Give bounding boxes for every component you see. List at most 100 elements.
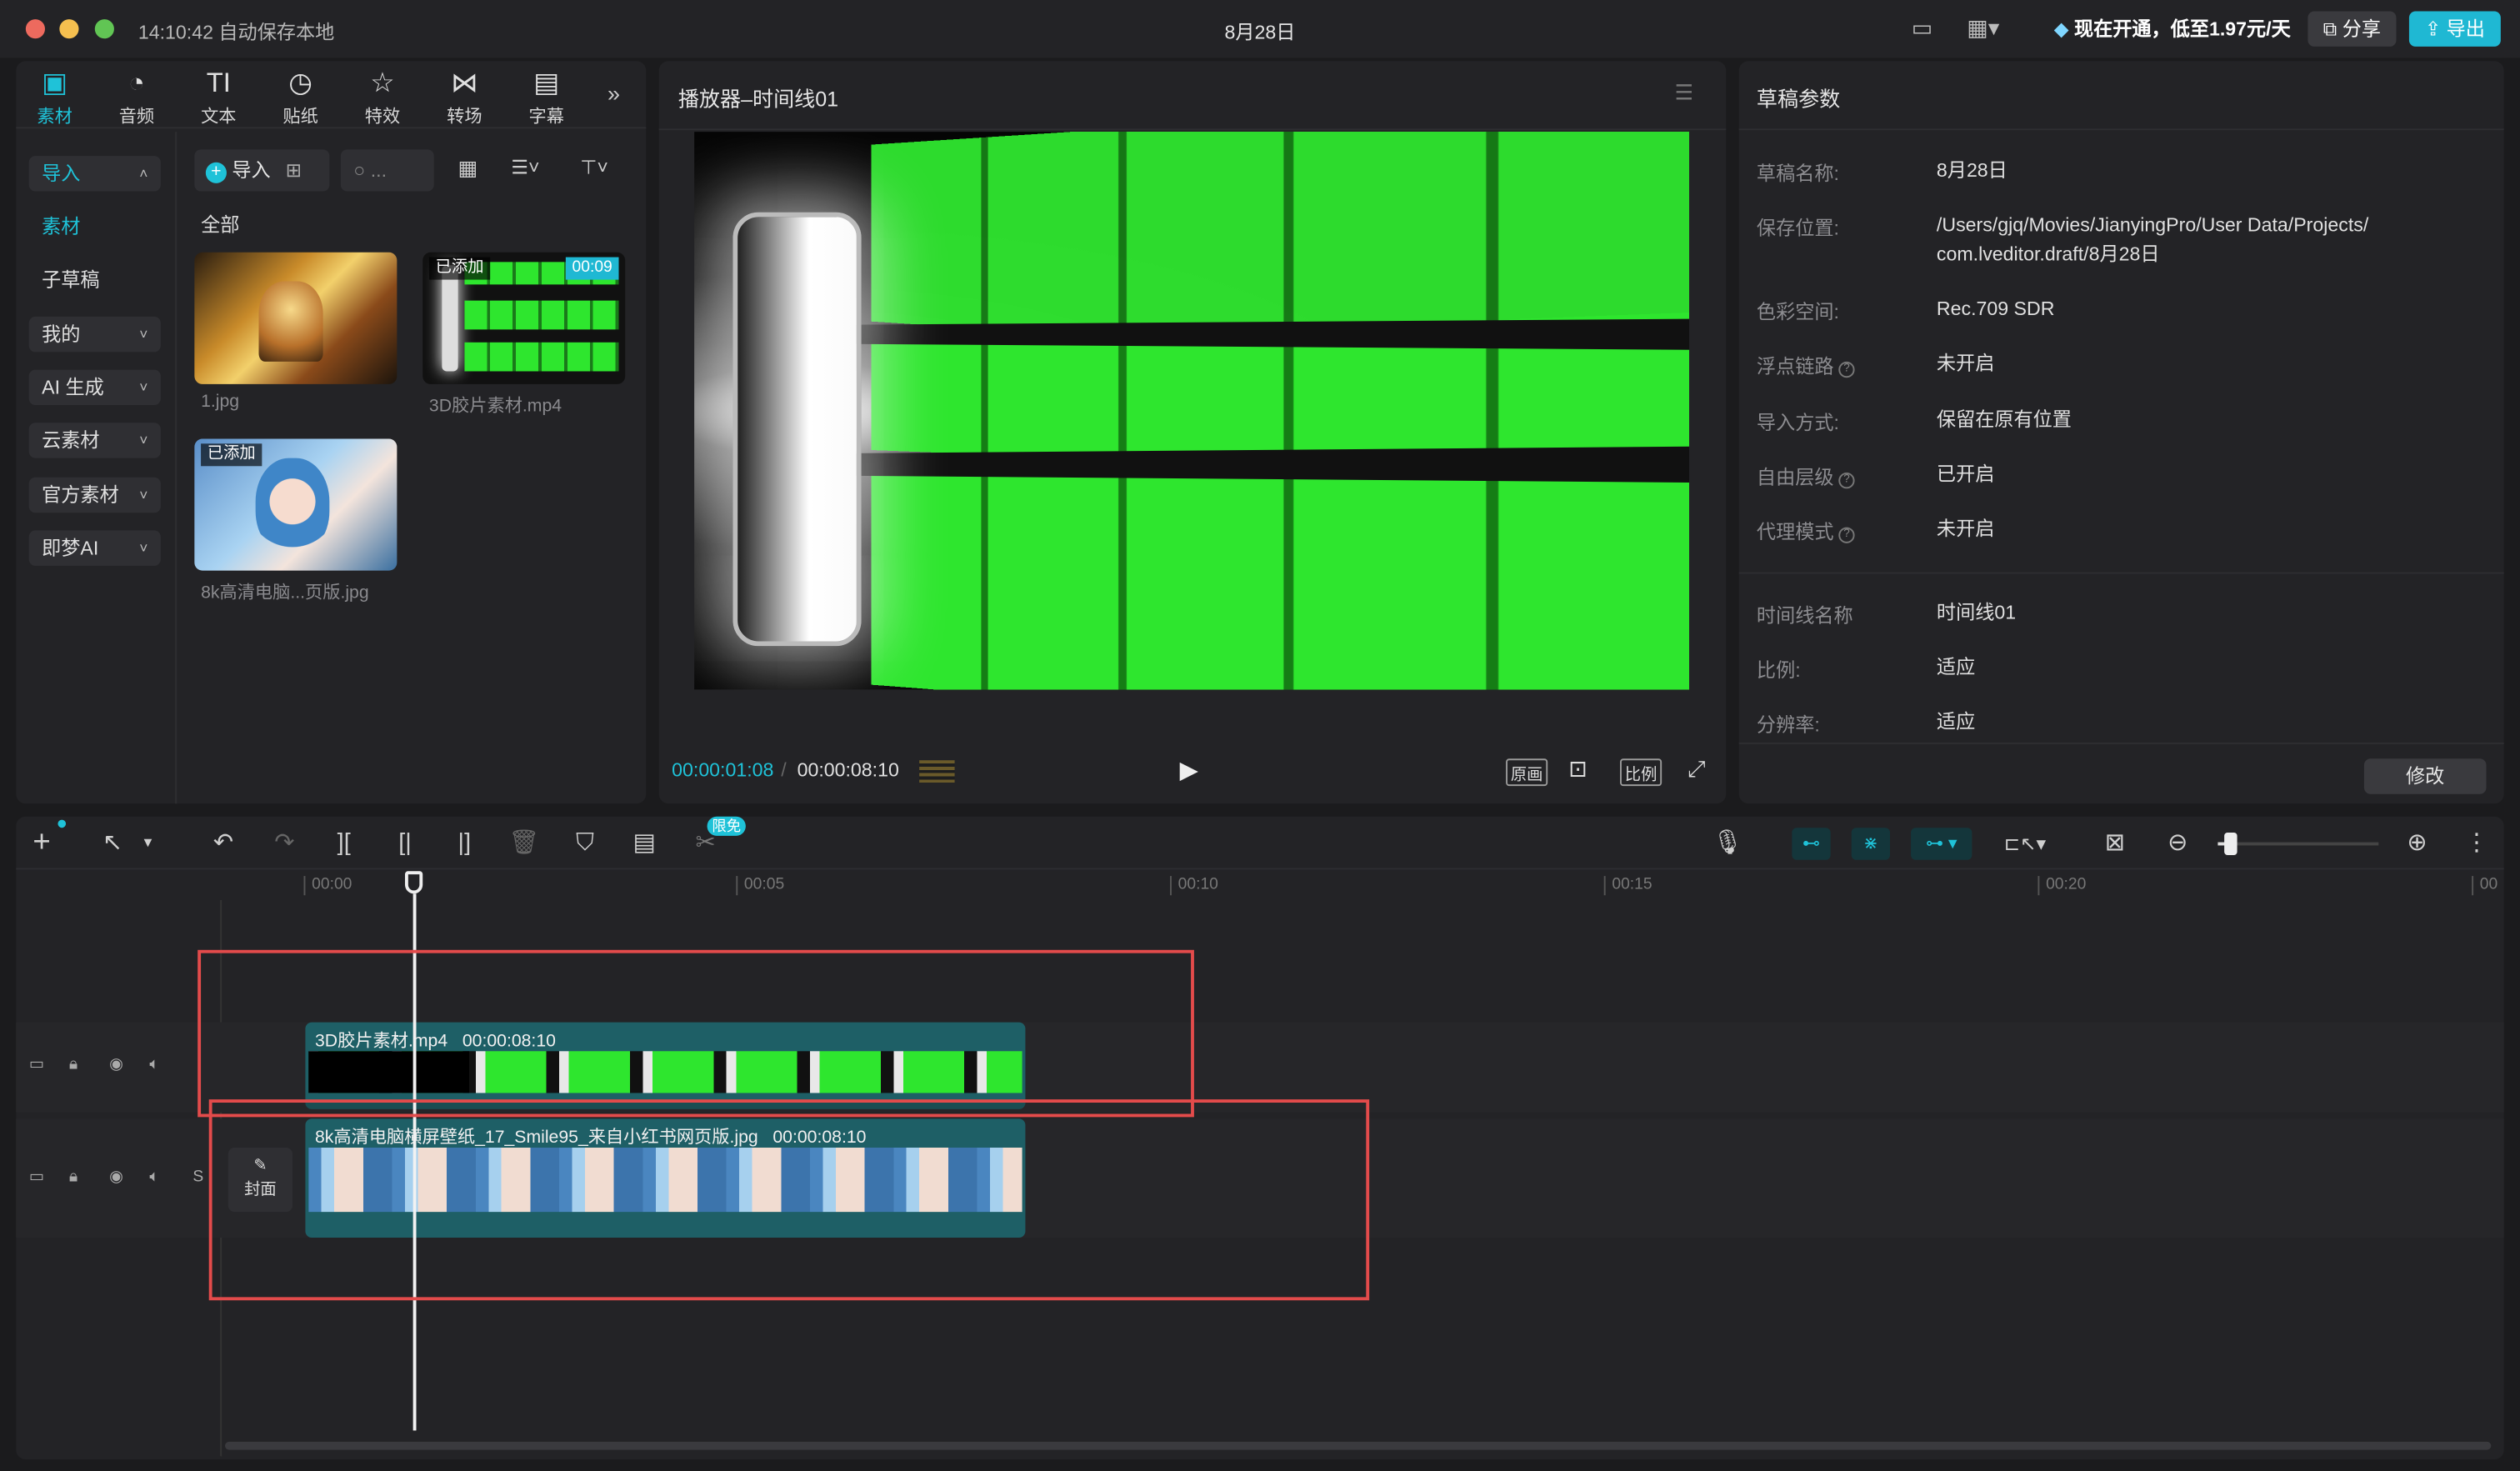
prop-label: 时间线名称 [1756,604,1853,628]
more-tabs-icon[interactable]: » [608,80,620,106]
microphone-icon[interactable]: 🎙 [1712,828,1744,860]
added-badge: 已添加 [201,443,262,467]
export-button[interactable]: ⇪ 导出 [2408,11,2501,47]
plus-icon: + [205,162,227,183]
zoom-out-icon[interactable]: ⊖ [2162,828,2194,860]
volume-icon[interactable]: 🔈︎ [149,1056,159,1073]
prop-value: 保留在原有位置 [1936,408,2072,431]
media-search-input[interactable]: ○ ... [340,149,434,192]
free-badge: 限免 [707,816,746,836]
annotation-box [198,949,1194,1118]
menu-icon[interactable]: ☰ [1675,80,1693,106]
character-image [258,281,323,362]
layout-icon[interactable]: ▭ [1904,14,1939,43]
prop-value: 未开启 [1936,352,1995,375]
original-quality-button[interactable]: 原画 [1506,758,1548,787]
preview-canvas[interactable] [694,132,1689,690]
sidebar-item-cloud[interactable]: 云素材 ˅ [28,423,161,458]
filter-icon[interactable]: ⊤˅ [580,156,608,178]
media-thumbnail[interactable] [194,252,398,384]
sidebar-item-subdraft[interactable]: 子草稿 [29,262,161,297]
layout-switch-icon[interactable]: ▦▾ [1958,14,2009,43]
eye-icon[interactable]: ◉ [109,1056,123,1073]
import-button[interactable]: + 导入 ⊞ [194,149,330,192]
ruler-tick: 00:10 [1169,876,1218,896]
media-thumbnail[interactable]: 已添加 00:09 [422,252,626,384]
add-track-icon[interactable]: + [26,827,58,860]
fullscreen-icon[interactable]: ⤢ [1688,755,1706,783]
preview-axis-icon[interactable]: ⊏↖▾ [1996,828,2053,860]
sidebar-item-jimeng[interactable]: 即梦AI ˅ [28,530,161,566]
sidebar-item-ai-generate[interactable]: AI 生成 ˅ [28,369,161,405]
chevron-down-icon[interactable]: ▾ [132,828,164,860]
tab-effects[interactable]: ☆ 特效 [344,68,422,128]
linkage-icon[interactable]: ⊶ ▾ [1911,828,1972,860]
zoom-slider-handle[interactable] [2224,832,2238,855]
sidebar-item-mine[interactable]: 我的 ˅ [28,316,161,353]
help-icon[interactable]: ? [1838,361,1855,378]
timeline-scrollbar[interactable] [224,1441,2492,1450]
help-icon[interactable]: ? [1838,527,1855,543]
tab-audio[interactable]: ◔ 音频 [98,68,176,128]
chevron-down-icon: ˅ [139,326,148,343]
track-options-icon[interactable]: S [192,1168,203,1186]
tab-sticker[interactable]: ◷ 贴纸 [262,68,339,128]
playhead-handle[interactable] [404,871,423,894]
zoom-slider[interactable] [2218,842,2379,846]
transition-icon: ⋈ [450,67,478,98]
undo-icon[interactable]: ↶ [208,828,240,860]
phone-glow [442,265,458,372]
lock-icon[interactable]: 🔒︎ [69,1168,78,1186]
media-thumbnail[interactable]: 已添加 [194,438,398,571]
redo-icon[interactable]: ↷ [268,828,301,860]
sidebar-item-official[interactable]: 官方素材 ˅ [28,477,161,513]
divider [1738,742,2504,744]
caption-edit-icon[interactable]: ▤ [628,828,661,860]
help-icon[interactable]: ? [1838,472,1855,489]
ruler-tick: 00:20 [2038,876,2086,896]
divider [16,868,2504,870]
zoom-in-icon[interactable]: ⊕ [2401,828,2433,860]
chevron-down-icon: ˅ [139,379,148,396]
audio-meter-icon [919,760,955,783]
sidebar-item-media[interactable]: 素材 [29,209,161,244]
marker-icon[interactable]: ⛉ [569,828,602,860]
view-mode-icon[interactable]: ▦ [458,156,478,182]
eye-icon[interactable]: ◉ [109,1168,123,1186]
effects-icon: ☆ [370,67,395,98]
prop-value: 未开启 [1936,517,1995,540]
split-right-icon[interactable]: |] [448,828,481,860]
auto-snap-icon[interactable]: ⋇ [1851,828,1890,860]
tab-caption[interactable]: ▤ 字幕 [508,68,585,128]
media-item-name: 1.jpg [201,392,240,412]
main-track-magnet-icon[interactable]: ⊷ [1792,828,1831,860]
split-left-icon[interactable]: [| [389,828,422,860]
prop-value: Rec.709 SDR [1936,297,2055,320]
tab-media[interactable]: ▣ 素材 [16,68,93,128]
sticker-icon: ◷ [288,67,312,98]
prop-value: /Users/gjq/Movies/JianyingPro/User Data/… [1936,213,2369,237]
media-icon: ▣ [42,67,68,98]
ratio-button[interactable]: 比例 [1619,758,1662,787]
play-button[interactable]: ▶ [1180,755,1198,784]
split-icon[interactable]: ][ [328,828,360,860]
tab-text[interactable]: TI 文本 [180,68,258,128]
delete-icon[interactable]: 🗑 [508,828,540,860]
modify-button[interactable]: 修改 [2363,758,2487,794]
lock-icon[interactable]: 🔒︎ [69,1056,78,1073]
select-tool-icon[interactable]: ↖ [97,828,129,860]
zoom-to-fit-icon[interactable]: ⊠ [2099,828,2132,860]
vip-promo[interactable]: ◆ 现在开通，低至1.97元/天 [2041,11,2303,46]
tab-transition[interactable]: ⋈ 转场 [426,68,503,128]
current-timecode: 00:00:01:08 [672,758,774,782]
share-button[interactable]: ⧉ 分享 [2308,11,2397,47]
prop-label: 自由层级? [1757,463,1855,490]
prop-value: 适应 [1936,710,1976,733]
sort-icon[interactable]: ☰˅ [511,156,539,178]
zoom-fit-icon[interactable]: ⊡ [1568,755,1588,783]
prop-value: 8月28日 [1936,158,2008,182]
volume-icon[interactable]: 🔈︎ [149,1168,159,1186]
sidebar-item-import[interactable]: 导入 ˄ [28,156,161,192]
more-icon[interactable]: ⋮ [2461,828,2493,860]
divider [658,128,1727,131]
